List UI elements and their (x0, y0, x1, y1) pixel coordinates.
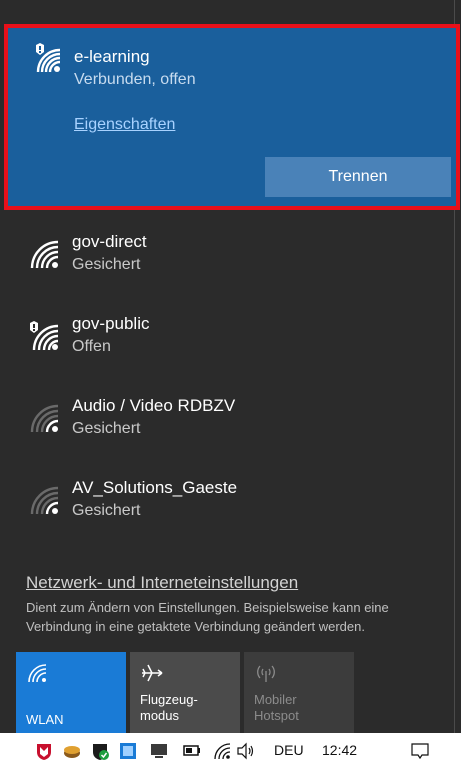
quick-action-label: Flugzeug- modus (140, 692, 198, 723)
battery-power-icon[interactable] (182, 741, 202, 761)
network-status: Gesichert (72, 256, 141, 273)
quick-action-wlan[interactable]: WLAN (16, 652, 126, 733)
network-item-audio-video-rdbzv[interactable]: Audio / Video RDBZV Gesichert (0, 376, 461, 456)
hotspot-icon (257, 665, 275, 682)
network-status: Verbunden, offen (74, 71, 196, 88)
wifi-tray-icon[interactable] (212, 741, 232, 761)
security-shield-icon[interactable] (90, 741, 110, 761)
network-settings-link[interactable]: Netzwerk- und Interneteinstellungen (26, 573, 298, 593)
network-name: Audio / Video RDBZV (72, 396, 236, 415)
network-name: gov-direct (72, 232, 147, 251)
network-name: gov-public (72, 314, 150, 333)
quick-action-label: WLAN (26, 712, 64, 727)
flyout-top (0, 0, 461, 24)
network-item-gov-public[interactable]: gov-public Offen (0, 294, 461, 374)
wifi-weak-icon (30, 404, 59, 433)
monitor-icon[interactable] (149, 741, 169, 761)
properties-link[interactable]: Eigenschaften (74, 116, 175, 134)
airplane-icon (142, 664, 163, 682)
network-status: Gesichert (72, 502, 141, 519)
network-settings-description: Dient zum Ändern von Einstellungen. Beis… (26, 600, 389, 634)
wifi-icon (30, 240, 59, 269)
quick-action-airplane-mode[interactable]: Flugzeug- modus (130, 652, 240, 733)
network-status: Gesichert (72, 420, 141, 437)
network-item-av-solutions-gaeste[interactable]: AV_Solutions_Gaeste Gesichert (0, 458, 461, 538)
notification-center-icon[interactable] (410, 741, 430, 761)
app-tray-icon[interactable] (62, 741, 82, 761)
network-status: Offen (72, 338, 111, 355)
wifi-shield-warning-icon (36, 43, 61, 73)
wifi-weak-icon (30, 486, 59, 515)
network-name: AV_Solutions_Gaeste (72, 478, 238, 497)
network-flyout: e-learning Verbunden, offen Eigenschafte… (0, 0, 461, 733)
network-app-icon[interactable] (118, 741, 138, 761)
network-name: e-learning (74, 47, 150, 66)
quick-action-label: Mobiler Hotspot (254, 692, 299, 723)
clock[interactable]: 12:42 (322, 742, 357, 758)
network-item-gov-direct[interactable]: gov-direct Gesichert (0, 212, 461, 292)
wifi-shield-warning-icon (30, 321, 59, 351)
taskbar: DEU 12:42 (0, 733, 461, 769)
disconnect-button[interactable]: Trennen (265, 157, 451, 197)
wifi-icon (28, 664, 47, 683)
quick-action-mobile-hotspot[interactable]: Mobiler Hotspot (244, 652, 354, 733)
mcafee-shield-icon[interactable] (34, 741, 54, 761)
network-item-e-learning-selected[interactable]: e-learning Verbunden, offen Eigenschafte… (4, 24, 460, 210)
volume-icon[interactable] (236, 741, 256, 761)
language-indicator[interactable]: DEU (274, 742, 304, 758)
